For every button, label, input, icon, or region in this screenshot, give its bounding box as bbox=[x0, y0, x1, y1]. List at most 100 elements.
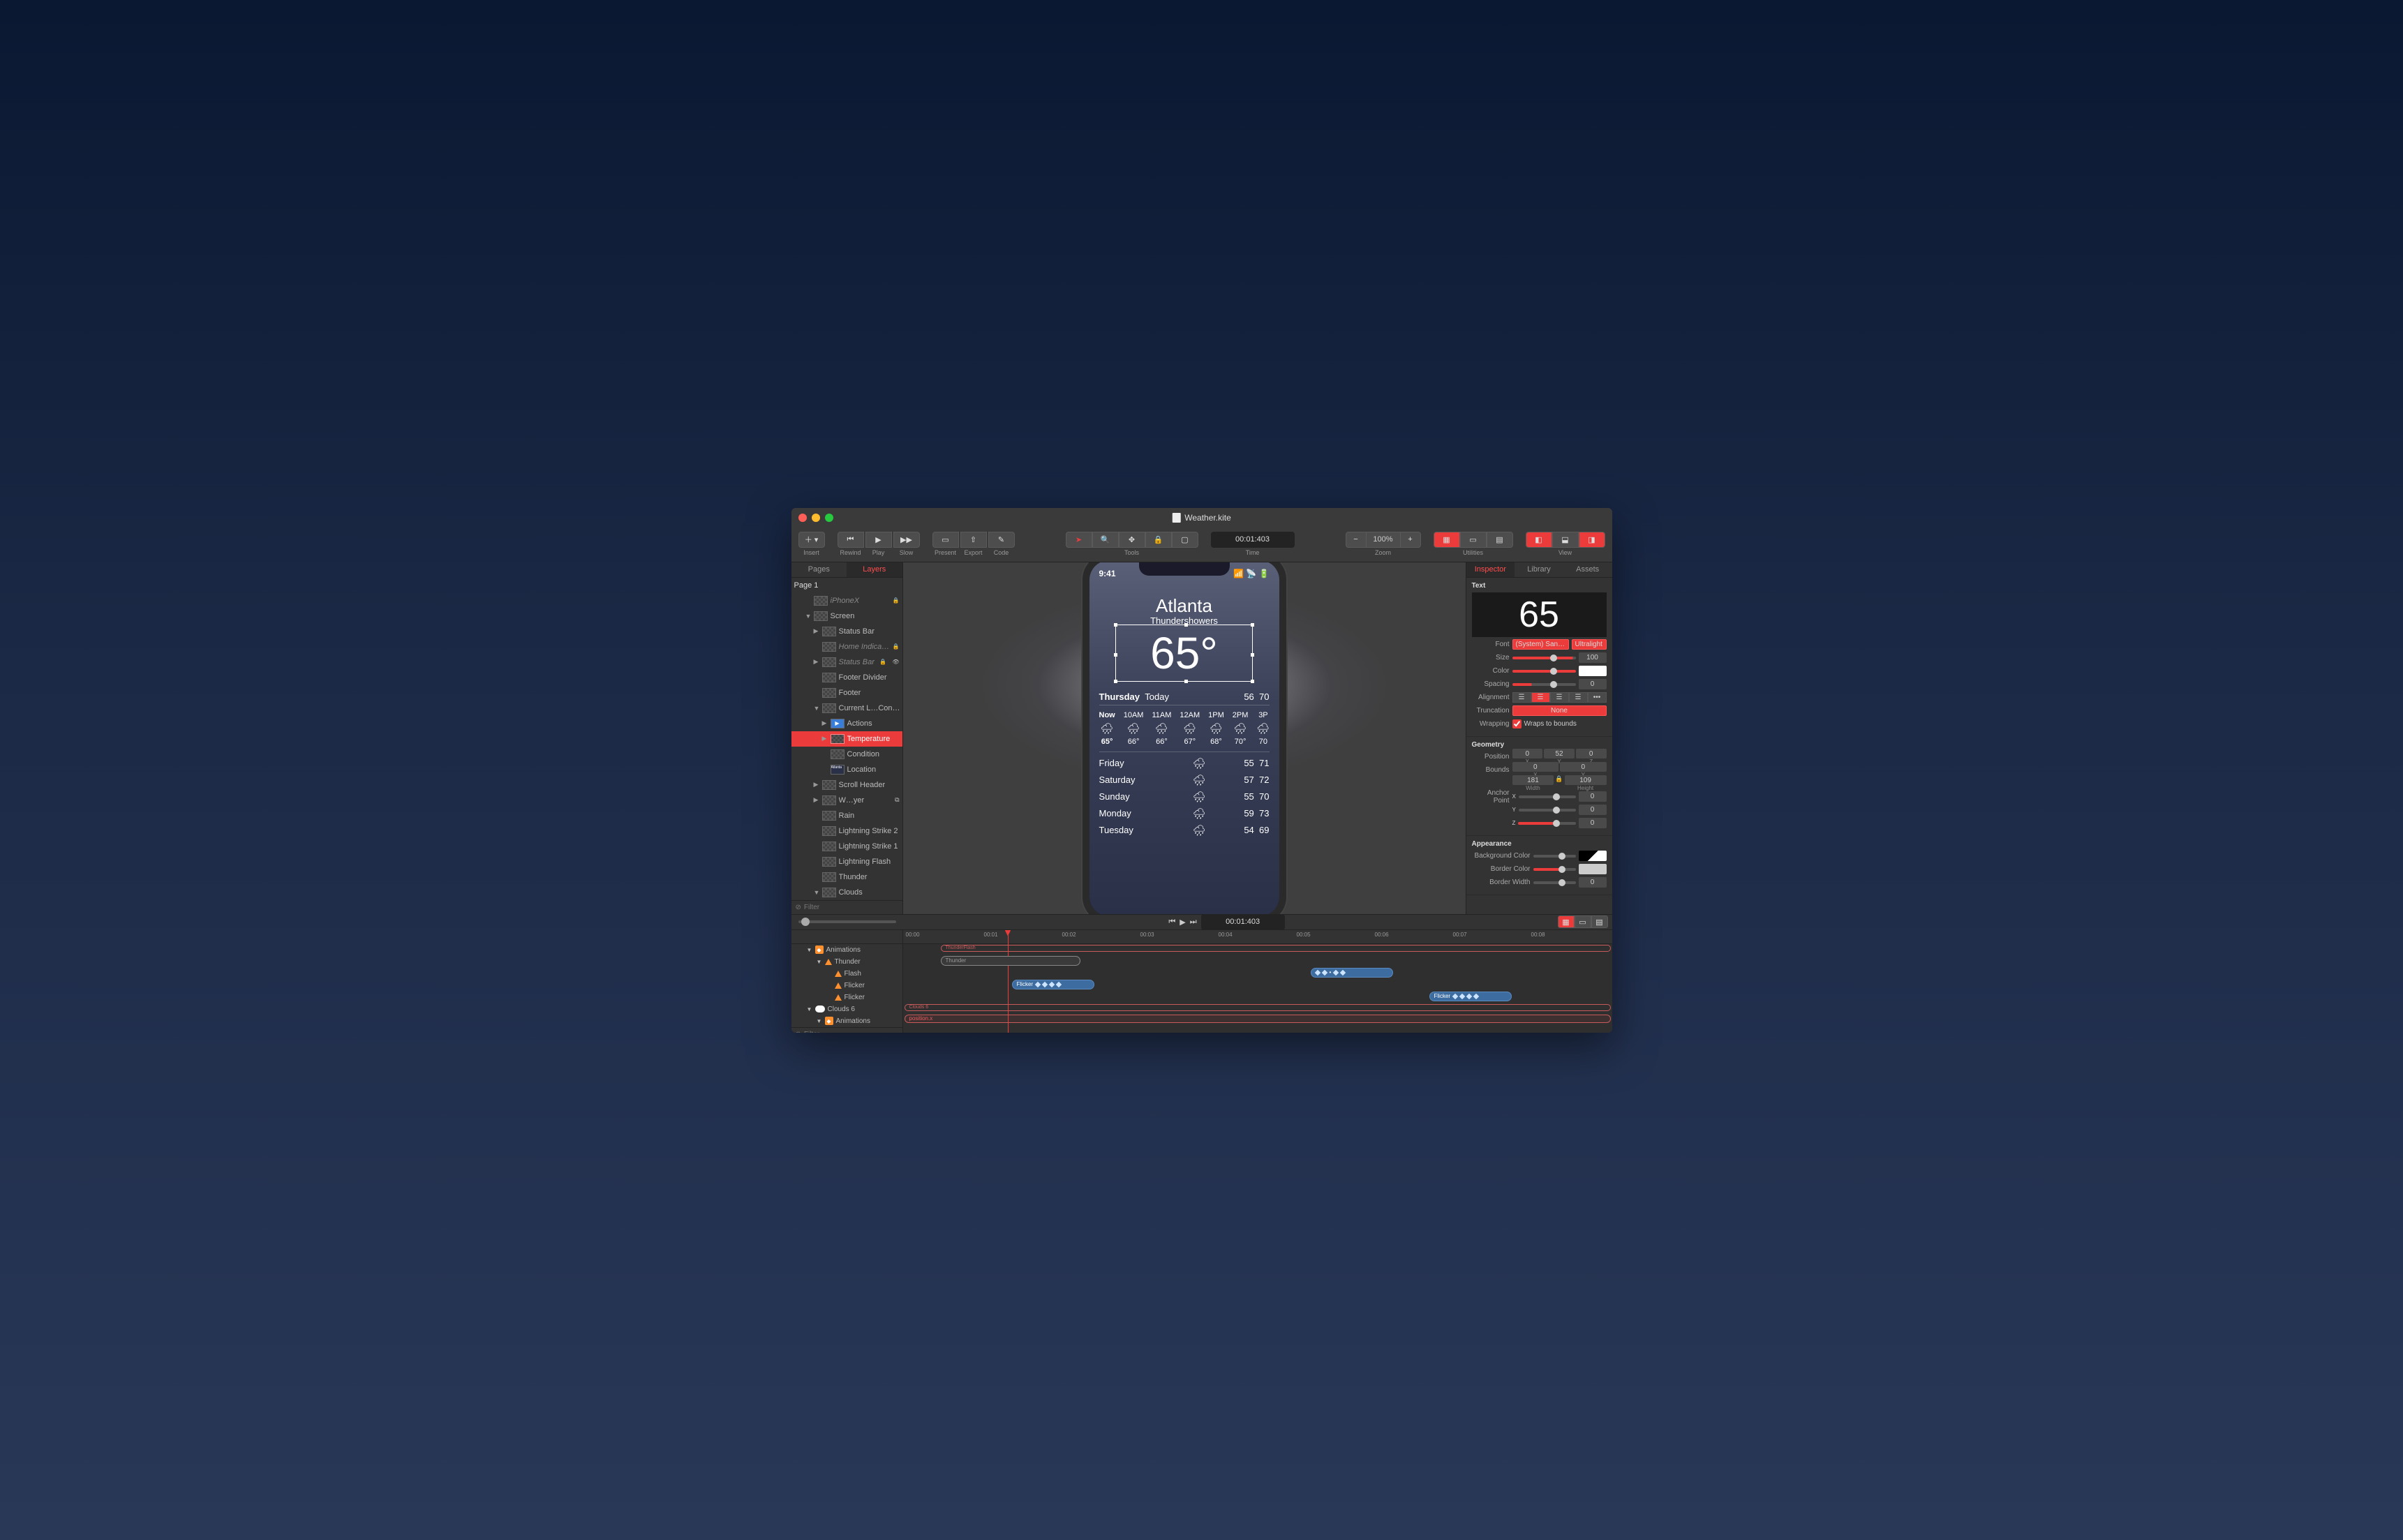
color-swatch[interactable] bbox=[1579, 666, 1607, 676]
lock-tool[interactable]: 🔒 bbox=[1145, 532, 1172, 548]
tl-view-1[interactable]: ▦ bbox=[1558, 915, 1575, 928]
color-slider[interactable] bbox=[1512, 670, 1576, 673]
bg-color-slider[interactable] bbox=[1533, 855, 1576, 858]
timeline-track-name[interactable]: Flicker bbox=[791, 992, 902, 1003]
view-bottom[interactable]: ⬓ bbox=[1552, 532, 1579, 548]
layer-row[interactable]: Rain bbox=[791, 808, 902, 823]
tl-filter-text[interactable]: Filter bbox=[804, 1031, 819, 1033]
layer-row[interactable]: AtlantaLocation bbox=[791, 762, 902, 777]
layer-row[interactable]: Condition bbox=[791, 747, 902, 762]
timeline-track-name[interactable]: ▼Clouds 6 bbox=[791, 1003, 902, 1015]
align-center[interactable]: ☰ bbox=[1531, 692, 1550, 703]
border-color-swatch[interactable] bbox=[1579, 864, 1607, 874]
view-right[interactable]: ◨ bbox=[1579, 532, 1605, 548]
zoom-out-button[interactable]: − bbox=[1346, 532, 1367, 548]
pos-z[interactable]: 0 bbox=[1576, 749, 1607, 758]
util-panel-1[interactable]: ▦ bbox=[1434, 532, 1460, 548]
slow-button[interactable]: ▶▶ bbox=[893, 532, 920, 548]
anchor-z-slider[interactable] bbox=[1518, 822, 1575, 825]
bar-flicker-2[interactable]: Flicker bbox=[1429, 992, 1512, 1001]
tab-pages[interactable]: Pages bbox=[791, 562, 847, 577]
temperature-layer[interactable]: 65° bbox=[1150, 627, 1218, 679]
anchor-y-val[interactable]: 0 bbox=[1579, 805, 1607, 815]
bounds-y[interactable]: 0 bbox=[1560, 762, 1607, 772]
layer-row[interactable]: ▶Temperature bbox=[791, 731, 902, 747]
page-header[interactable]: Page 1 bbox=[791, 578, 902, 593]
timeline-track-name[interactable]: ▼◆Animations bbox=[791, 944, 902, 956]
weight-select[interactable]: Ultralight bbox=[1572, 639, 1607, 650]
layer-row[interactable]: ▶Scroll Header bbox=[791, 777, 902, 793]
tl-next-button[interactable]: ⏭ bbox=[1190, 918, 1197, 927]
bar-thunderflash[interactable]: ThunderFlash bbox=[941, 945, 1611, 952]
anchor-x-slider[interactable] bbox=[1519, 795, 1576, 798]
view-left[interactable]: ◧ bbox=[1526, 532, 1552, 548]
layer-row[interactable]: ▶Status Bar🔒👁 bbox=[791, 655, 902, 670]
pan-tool[interactable]: ✥ bbox=[1119, 532, 1145, 548]
align-natural[interactable]: ••• bbox=[1588, 692, 1607, 703]
close-button[interactable] bbox=[798, 514, 807, 522]
layer-row[interactable]: Lightning Flash bbox=[791, 854, 902, 869]
time-display[interactable]: 00:01:403 bbox=[1211, 532, 1295, 548]
layer-row[interactable]: ▼Screen bbox=[791, 608, 902, 624]
zoom-value[interactable]: 100% bbox=[1367, 532, 1400, 548]
align-left[interactable]: ☰ bbox=[1512, 692, 1531, 703]
export-button[interactable]: ⇧ bbox=[960, 532, 987, 548]
bar-thunder[interactable]: Thunder bbox=[941, 956, 1080, 966]
bg-color-swatch[interactable] bbox=[1579, 851, 1607, 861]
border-width-slider[interactable] bbox=[1533, 881, 1576, 884]
size-value[interactable]: 100 bbox=[1579, 652, 1607, 663]
timeline-track-name[interactable]: Flash bbox=[791, 968, 902, 980]
pointer-tool[interactable]: ➤ bbox=[1066, 532, 1092, 548]
font-select[interactable]: (System) San… bbox=[1512, 639, 1569, 650]
timeline-track-name[interactable]: Flicker bbox=[791, 980, 902, 992]
tab-library[interactable]: Library bbox=[1515, 562, 1563, 577]
layer-row[interactable]: Footer Divider bbox=[791, 670, 902, 685]
timeline-track-name[interactable]: ▼Thunder bbox=[791, 956, 902, 968]
layer-row[interactable]: Lightning Strike 1 bbox=[791, 839, 902, 854]
bar-flicker-1[interactable]: Flicker bbox=[1012, 980, 1094, 989]
pos-y[interactable]: 52 bbox=[1544, 749, 1575, 758]
zoom-in-button[interactable]: + bbox=[1400, 532, 1421, 548]
canvas[interactable]: 9:41 📶 📡 🔋 Atlanta Thundershowers 65° bbox=[903, 562, 1466, 914]
magnify-tool[interactable]: 🔍 bbox=[1092, 532, 1119, 548]
layer-row[interactable]: ▶Status Bar bbox=[791, 624, 902, 639]
rewind-button[interactable]: ⏮ bbox=[838, 532, 864, 548]
layer-row[interactable]: Lightning Strike 2 bbox=[791, 823, 902, 839]
timeline-track-name[interactable]: ▼◆Animations bbox=[791, 1015, 902, 1027]
layer-row[interactable]: iPhoneX🔒 bbox=[791, 593, 902, 608]
layer-row[interactable]: Footer bbox=[791, 685, 902, 701]
maximize-button[interactable] bbox=[825, 514, 833, 522]
bar-flash[interactable]: • bbox=[1311, 968, 1393, 978]
present-button[interactable]: ▭ bbox=[932, 532, 959, 548]
spacing-slider[interactable] bbox=[1512, 683, 1576, 686]
tl-view-3[interactable]: ▤ bbox=[1591, 915, 1608, 928]
truncation-select[interactable]: None bbox=[1512, 705, 1607, 716]
border-color-slider[interactable] bbox=[1533, 868, 1576, 871]
play-button[interactable]: ▶ bbox=[865, 532, 892, 548]
tl-prev-button[interactable]: ⏮ bbox=[1168, 918, 1175, 927]
width-field[interactable]: 181 bbox=[1512, 775, 1554, 785]
tl-view-2[interactable]: ▭ bbox=[1575, 915, 1591, 928]
layer-row[interactable]: Thunder bbox=[791, 869, 902, 885]
tab-inspector[interactable]: Inspector bbox=[1466, 562, 1515, 577]
align-right[interactable]: ☰ bbox=[1550, 692, 1569, 703]
minimize-button[interactable] bbox=[812, 514, 820, 522]
timeline-time-display[interactable]: 00:01:403 bbox=[1201, 914, 1285, 930]
tab-assets[interactable]: Assets bbox=[1563, 562, 1612, 577]
util-panel-2[interactable]: ▭ bbox=[1460, 532, 1487, 548]
layer-row[interactable]: ▼Clouds bbox=[791, 885, 902, 900]
border-width-val[interactable]: 0 bbox=[1579, 877, 1607, 888]
tab-layers[interactable]: Layers bbox=[847, 562, 902, 577]
layer-row[interactable]: Home Indicator🔒 bbox=[791, 639, 902, 655]
anchor-z-val[interactable]: 0 bbox=[1579, 818, 1607, 828]
size-slider[interactable] bbox=[1512, 657, 1576, 659]
util-panel-3[interactable]: ▤ bbox=[1487, 532, 1513, 548]
layer-row[interactable]: ▶▶Actions bbox=[791, 716, 902, 731]
code-button[interactable]: ✎ bbox=[988, 532, 1015, 548]
selection-box[interactable] bbox=[1115, 625, 1253, 682]
wrapping-checkbox[interactable] bbox=[1512, 719, 1522, 728]
layer-row[interactable]: ▶W…yer⧉ bbox=[791, 793, 902, 808]
layer-row[interactable]: ▼Current L…Conditions bbox=[791, 701, 902, 716]
bounds-x[interactable]: 0 bbox=[1512, 762, 1559, 772]
align-justify[interactable]: ☰ bbox=[1569, 692, 1588, 703]
